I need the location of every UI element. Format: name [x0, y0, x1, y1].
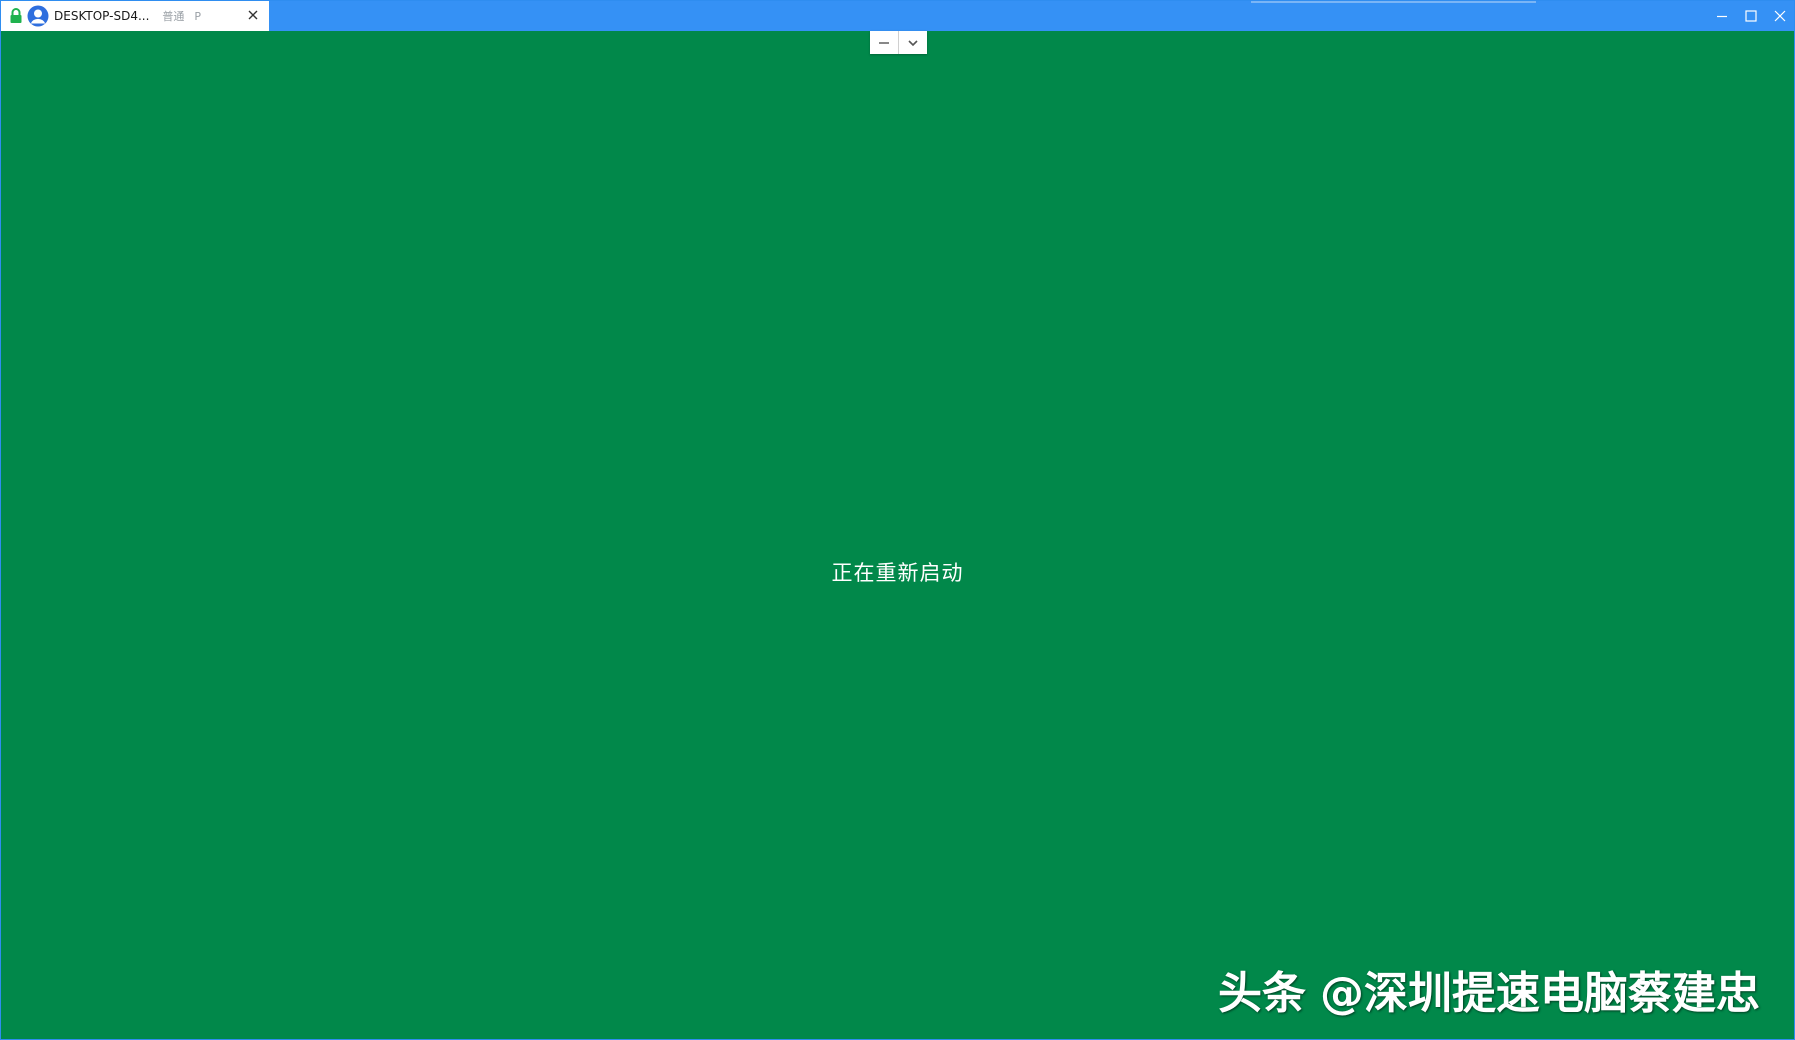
minimize-button[interactable]: [1707, 1, 1736, 31]
watermark-brand: 头条: [1218, 968, 1306, 1019]
avatar-icon: [27, 5, 49, 27]
watermark: 头条 @深圳提速电脑蔡建忠: [1218, 957, 1760, 1021]
close-icon[interactable]: [245, 7, 261, 23]
restart-status-message: 正在重新启动: [831, 561, 964, 585]
minimize-icon: [879, 41, 889, 44]
connection-menu-button[interactable]: [899, 31, 927, 54]
title-bar-highlight: [1251, 1, 1536, 3]
watermark-handle: @深圳提速电脑蔡建忠: [1320, 968, 1760, 1019]
chevron-down-icon: [908, 39, 918, 46]
connection-minimize-button[interactable]: [870, 31, 898, 54]
session-tab[interactable]: DESKTOP-SD4... 普通 P: [1, 1, 269, 31]
tab-title: DESKTOP-SD4...: [54, 9, 150, 23]
title-bar: DESKTOP-SD4... 普通 P: [1, 1, 1794, 31]
close-icon: [1774, 10, 1785, 22]
maximize-icon: [1744, 10, 1757, 22]
connection-toolbar: [870, 31, 927, 54]
lock-icon: [9, 8, 23, 24]
close-window-button[interactable]: [1765, 1, 1794, 31]
window-controls: [1707, 1, 1794, 31]
tab-letter-label: P: [194, 9, 202, 23]
tab-mode-label: 普通: [162, 10, 185, 23]
remote-desktop-window: DESKTOP-SD4... 普通 P 正在重新启动 头条 @深圳提速电脑蔡建忠: [0, 0, 1795, 1040]
maximize-button[interactable]: [1736, 1, 1765, 31]
minimize-icon: [1716, 15, 1727, 18]
